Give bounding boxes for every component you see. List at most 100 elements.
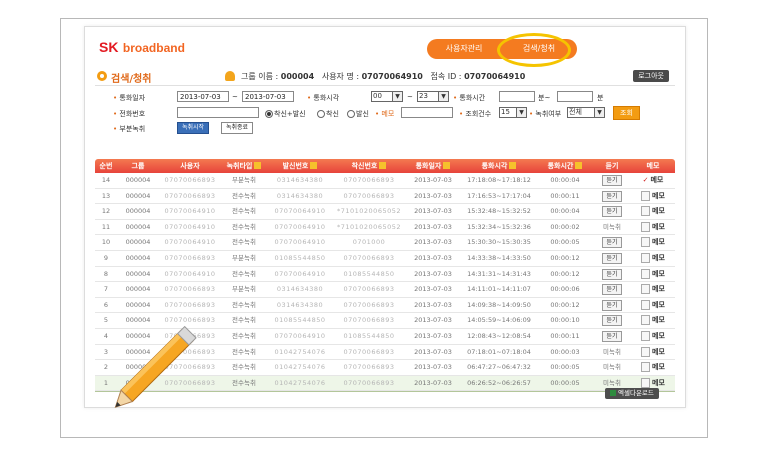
memo-button[interactable]: 메모 xyxy=(631,189,675,203)
col-date[interactable]: 통화일자 xyxy=(405,159,461,173)
record-start-button[interactable]: 녹취시작 xyxy=(177,122,210,134)
col-to[interactable]: 착신번호 xyxy=(333,159,405,173)
date-from-input[interactable]: 2013-07-03 xyxy=(177,91,229,102)
memo-label: 메모 xyxy=(652,207,665,216)
table-row[interactable]: 12 000004 07070064910 전수녹취 07070064910 *71010… xyxy=(95,204,675,220)
memo-button[interactable]: 메모 xyxy=(631,235,675,249)
time-from-value: 00 xyxy=(373,92,382,100)
table-row[interactable]: 8 000004 07070064910 전수녹취 07070064910 0108554… xyxy=(95,267,675,283)
listen-button[interactable]: 듣기 xyxy=(602,206,622,218)
listen-button[interactable]: 듣기 xyxy=(602,315,622,327)
radio-both[interactable]: 착신+발신 xyxy=(265,109,306,119)
col-date-label: 통화일자 xyxy=(415,162,442,170)
excel-download-button[interactable]: 엑셀다운로드 xyxy=(605,388,659,399)
table-row[interactable]: 14 000004 07070066893 부분녹취 0314634380 0707006… xyxy=(95,173,675,189)
search-button[interactable]: 조회 xyxy=(613,106,640,120)
memo-button[interactable]: ✓ 메모 xyxy=(631,173,675,187)
cell-type: 전수녹취 xyxy=(232,191,256,200)
date-to-input[interactable]: 2013-07-03 xyxy=(242,91,294,102)
duration-to-input[interactable] xyxy=(557,91,593,102)
chevron-down-icon: ▼ xyxy=(392,92,402,101)
cell-listen: 듣기 xyxy=(593,282,631,296)
cell-listen: 듣기 xyxy=(593,189,631,203)
cell-no: 9 xyxy=(103,253,109,262)
col-duration[interactable]: 통화시간 xyxy=(537,159,593,173)
search-panel: • 통화일자 2013-07-03 ~ 2013-07-03 • 통화시각 00… xyxy=(95,91,675,145)
cell-from: 0314634380 xyxy=(276,285,324,294)
table-row[interactable]: 9 000004 07070066893 부분녹취 01085544850 0707006… xyxy=(95,251,675,267)
record-end-button[interactable]: 녹취종료 xyxy=(221,122,254,134)
radio-in[interactable]: 착신 xyxy=(317,109,339,119)
time-to-select[interactable]: 23 ▼ xyxy=(417,91,449,102)
memo-label: 메모 xyxy=(652,238,665,247)
listen-button[interactable]: 듣기 xyxy=(602,299,622,311)
cell-type: 전수녹취 xyxy=(232,363,256,372)
listen-button[interactable]: 듣기 xyxy=(602,190,622,202)
phone-input[interactable] xyxy=(177,107,259,118)
listen-button[interactable]: 듣기 xyxy=(602,330,622,342)
cell-listen: 듣기 xyxy=(593,313,631,327)
memo-button[interactable]: 메모 xyxy=(631,329,675,343)
cell-type: 부분녹취 xyxy=(232,253,256,262)
memo-input[interactable] xyxy=(401,107,453,118)
memo-label: 메모 xyxy=(652,269,665,278)
radio-in-label: 착신 xyxy=(326,110,339,118)
nav-user-management[interactable]: 사용자관리 xyxy=(433,39,495,59)
radio-icon xyxy=(265,110,273,118)
cell-dur: 00:00:05 xyxy=(550,378,580,387)
memo-button[interactable]: 메모 xyxy=(631,313,675,327)
cell-time: 15:32:34~15:32:36 xyxy=(467,222,531,231)
col-duration-label: 통화시간 xyxy=(547,162,574,170)
memo-button[interactable]: 메모 xyxy=(631,267,675,281)
memo-icon xyxy=(641,377,651,388)
table-row[interactable]: 11 000004 07070064910 전수녹취 07070064910 *71010… xyxy=(95,220,675,236)
duration-label: 통화시간 xyxy=(459,94,486,102)
table-row[interactable]: 10 000004 07070064910 전수녹취 07070064910 070100… xyxy=(95,235,675,251)
memo-button[interactable]: 메모 xyxy=(631,360,675,374)
memo-button[interactable]: 메모 xyxy=(631,220,675,234)
radio-out[interactable]: 발신 xyxy=(347,109,369,119)
cell-from: 01042754076 xyxy=(274,378,326,387)
col-user[interactable]: 사용자 xyxy=(159,159,221,173)
memo-label: 메모 xyxy=(652,285,665,294)
count-select[interactable]: 15 ▼ xyxy=(499,107,527,118)
radio-out-label: 발신 xyxy=(356,110,369,118)
col-no[interactable]: 순번 xyxy=(95,159,117,173)
memo-icon xyxy=(641,362,651,373)
listen-button[interactable]: 듣기 xyxy=(602,284,622,296)
table-row[interactable]: 13 000004 07070066893 전수녹취 0314634380 0707006… xyxy=(95,189,675,205)
listen-button[interactable]: 듣기 xyxy=(602,252,622,264)
col-time[interactable]: 통화시각 xyxy=(461,159,537,173)
listen-button[interactable]: 듣기 xyxy=(602,268,622,280)
listen-button[interactable]: 듣기 xyxy=(602,175,622,186)
memo-button[interactable]: 메모 xyxy=(631,251,675,265)
memo-label: 메모 xyxy=(652,253,665,262)
memo-button[interactable]: 메모 xyxy=(631,345,675,359)
table-row[interactable]: 7 000004 07070066893 부분녹취 0314634380 07070066… xyxy=(95,282,675,298)
time-from-select[interactable]: 00 ▼ xyxy=(371,91,403,102)
cell-date: 2013-07-03 xyxy=(414,347,452,356)
cell-group: 000004 xyxy=(125,222,151,231)
partial-label: 부분녹취 xyxy=(119,125,146,133)
col-type[interactable]: 녹취타입 xyxy=(221,159,267,173)
not-recorded-label: 미녹취 xyxy=(603,378,621,387)
cell-date: 2013-07-03 xyxy=(414,316,452,325)
memo-button[interactable]: 메모 xyxy=(631,298,675,312)
logout-button[interactable]: 로그아웃 xyxy=(633,70,669,82)
cell-from: 01085544850 xyxy=(274,316,326,325)
duration-from-input[interactable] xyxy=(499,91,535,102)
duration-to-unit: 분 xyxy=(597,94,604,102)
recyn-select[interactable]: 전체 ▼ xyxy=(567,107,605,118)
page-title: 검색/청취 xyxy=(111,74,152,85)
memo-button[interactable]: 메모 xyxy=(631,204,675,218)
memo-icon xyxy=(641,284,651,295)
cell-group: 000004 xyxy=(125,191,151,200)
cell-dur: 00:00:03 xyxy=(550,347,580,356)
memo-button[interactable]: 메모 xyxy=(631,282,675,296)
col-type-label: 녹취타입 xyxy=(226,162,253,170)
col-from[interactable]: 발신번호 xyxy=(267,159,333,173)
col-group[interactable]: 그룹 xyxy=(117,159,159,173)
cell-date: 2013-07-03 xyxy=(414,300,452,309)
cell-dur: 00:00:10 xyxy=(550,316,580,325)
listen-button[interactable]: 듣기 xyxy=(602,237,622,249)
